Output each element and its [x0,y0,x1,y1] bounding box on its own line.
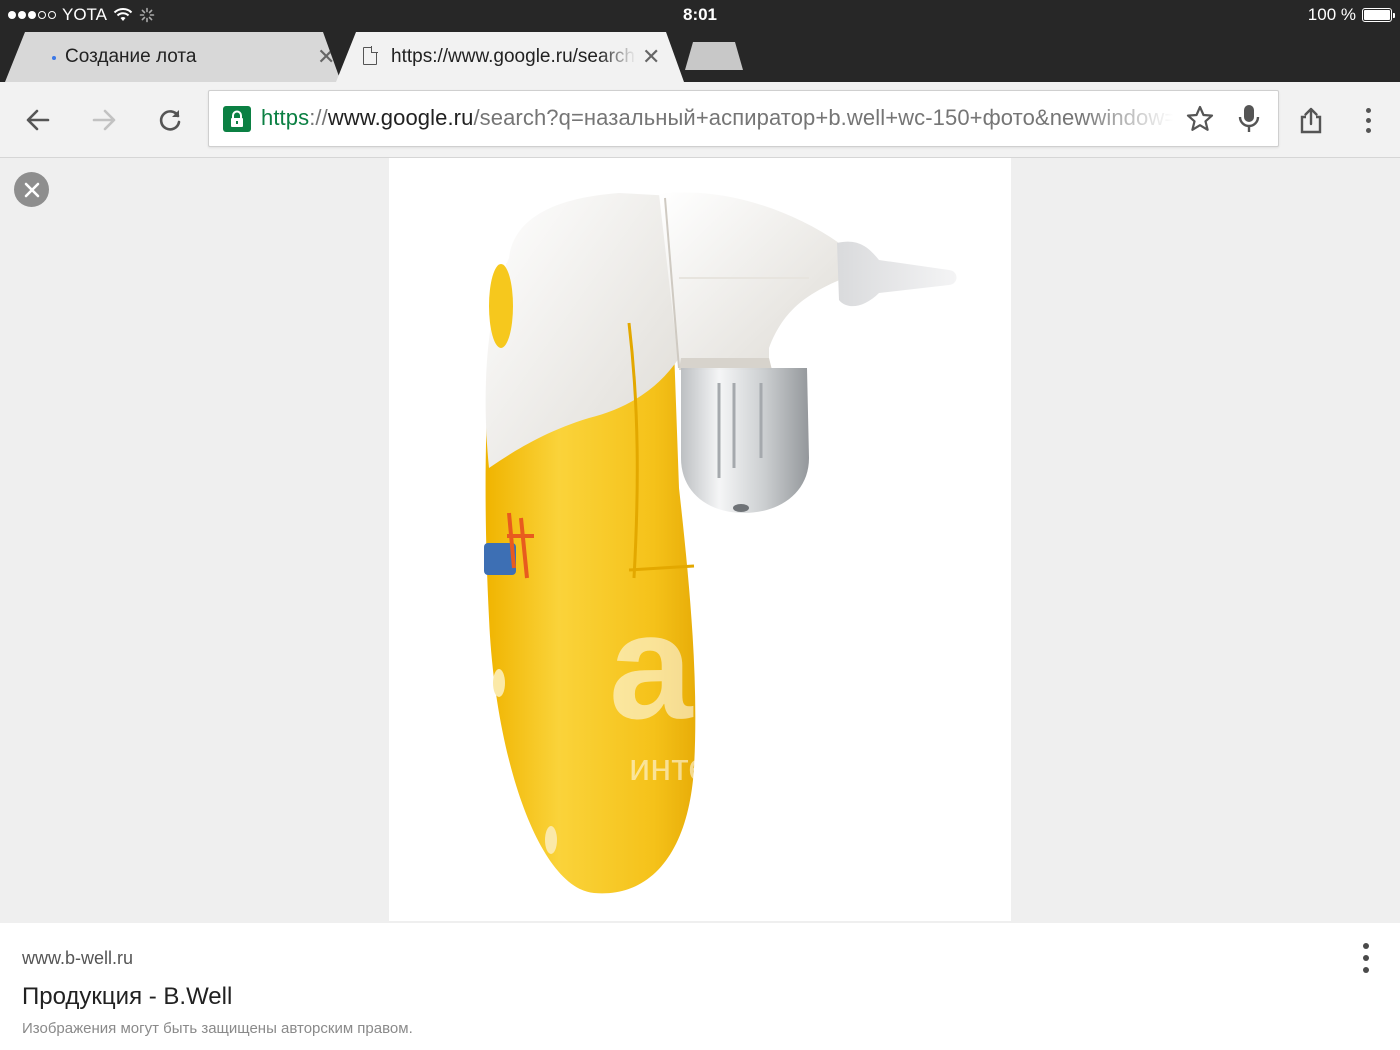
menu-button[interactable] [1348,100,1388,140]
tab-strip: Создание лота ✕ https://www.google.ru/se… [0,30,1400,82]
tab-title: Создание лота [65,46,197,67]
image-info-panel: www.b-well.ru Продукция - B.Well Изображ… [0,923,1400,1050]
url-path: /search?q=назальный+аспиратор+b.well+wc-… [473,105,1173,130]
clock: 8:01 [682,5,718,24]
tab-loading-indicator-icon [52,56,56,60]
close-icon[interactable]: ✕ [642,46,660,68]
close-icon [24,182,39,197]
watermark-logo: au.ru [609,582,976,750]
tab-google-search[interactable]: https://www.google.ru/search?q=назальный… [336,32,684,82]
status-bar: YOTA 8:01 100 % [0,0,1400,30]
close-viewer-button[interactable] [14,172,49,207]
share-button[interactable] [1291,100,1331,140]
tab-create-lot[interactable]: Создание лота ✕ [5,32,341,82]
back-button[interactable] [18,100,58,140]
copyright-notice: Изображения могут быть защищены авторски… [22,1020,413,1037]
browser-toolbar: https://www.google.ru/search?q=назальный… [0,82,1400,158]
tab-title: https://www.google.ru/search?q=назальный… [391,46,636,67]
watermark-subtitle: интернет-аукцион [629,747,943,789]
nasal-aspirator-image: au.ru интернет-аукцион [484,192,976,894]
lock-icon[interactable] [223,106,251,132]
battery-icon [1362,8,1395,22]
reload-icon [159,110,181,131]
battery-percent: 100 % [1307,5,1356,24]
new-tab-button[interactable] [685,42,743,70]
watermark: au.ru интернет-аукцион [609,582,976,789]
arrow-left-icon [26,109,50,131]
source-domain-link[interactable]: www.b-well.ru [22,948,133,969]
forward-button[interactable] [84,100,124,140]
more-vertical-icon [1363,943,1369,949]
status-right: 100 % [1307,5,1395,25]
preview-image[interactable]: au.ru интернет-аукцион [389,158,1011,921]
close-icon[interactable]: ✕ [317,46,335,68]
more-vertical-icon [1365,107,1371,133]
result-title-link[interactable]: Продукция - B.Well [22,983,232,1011]
url-host: www.google.ru [327,105,474,130]
star-icon[interactable] [1185,104,1215,134]
arrow-right-icon [92,109,116,131]
url-text[interactable]: https://www.google.ru/search?q=назальный… [261,105,1173,131]
reload-button[interactable] [150,100,190,140]
url-separator: :// [309,105,328,130]
omnibox[interactable]: https://www.google.ru/search?q=назальный… [208,90,1279,147]
share-icon [1300,107,1322,134]
image-viewer: au.ru интернет-аукцион [0,158,1400,923]
document-icon [363,46,378,65]
result-more-button[interactable] [1352,941,1380,975]
url-scheme: https [261,105,310,130]
mic-icon[interactable] [1236,103,1262,135]
